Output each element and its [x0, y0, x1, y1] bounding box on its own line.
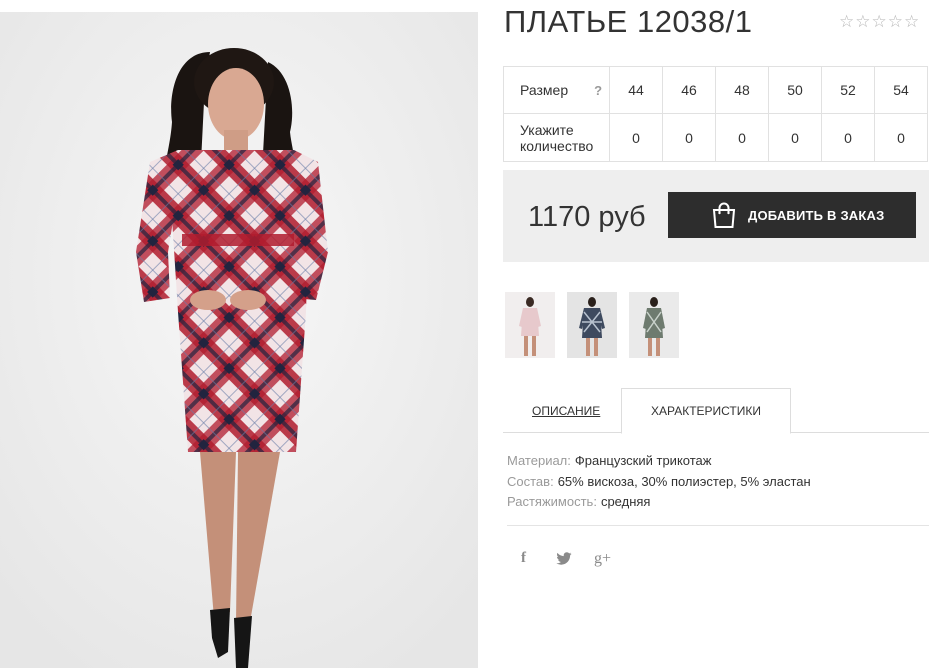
product-title: ПЛАТЬЕ 12038/1 — [504, 4, 753, 39]
size-46: 46 — [662, 66, 716, 114]
size-52: 52 — [821, 66, 875, 114]
quantity-input-54[interactable]: 0 — [874, 113, 928, 162]
thumbnail-pink[interactable] — [505, 292, 555, 358]
thumbnail-grey[interactable] — [629, 292, 679, 358]
rating-stars[interactable]: ☆☆☆☆☆ — [839, 12, 920, 32]
size-48: 48 — [715, 66, 769, 114]
size-54: 54 — [874, 66, 928, 114]
quantity-label-line2: количество — [520, 137, 594, 154]
quantity-input-48[interactable]: 0 — [715, 113, 769, 162]
shopping-bag-icon — [710, 201, 738, 229]
divider — [507, 525, 929, 526]
facebook-icon[interactable]: f — [521, 550, 526, 567]
order-box: 1170 руб ДОБАВИТЬ В ЗАКАЗ — [503, 170, 929, 262]
quantity-input-46[interactable]: 0 — [662, 113, 716, 162]
quantity-input-50[interactable]: 0 — [768, 113, 822, 162]
characteristic-value: 65% вискоза, 30% полиэстер, 5% эластан — [557, 473, 811, 489]
thumbnail-navy[interactable] — [567, 292, 617, 358]
size-44: 44 — [609, 66, 663, 114]
tab-description[interactable]: ОПИСАНИЕ — [532, 404, 600, 418]
twitter-icon[interactable] — [556, 552, 572, 571]
characteristic-value: Французский трикотаж — [574, 453, 712, 468]
size-label: Размер — [520, 81, 569, 98]
quantity-label-line1: Укажите — [520, 121, 574, 138]
characteristic-row: Растяжимость: средняя — [507, 492, 811, 513]
product-photo — [0, 12, 478, 668]
size-label-cell: Размер? — [503, 66, 610, 114]
add-to-order-button[interactable]: ДОБАВИТЬ В ЗАКАЗ — [668, 192, 916, 238]
characteristic-key: Растяжимость: — [507, 494, 597, 509]
characteristic-row: Материал: Французский трикотаж — [507, 451, 811, 472]
quantity-label: Укажите количество — [503, 113, 610, 162]
characteristic-row: Состав: 65% вискоза, 30% полиэстер, 5% эл… — [507, 472, 811, 493]
size-table: Размер? 44 46 48 50 52 54 Укажите количе… — [503, 66, 928, 162]
quantity-input-44[interactable]: 0 — [609, 113, 663, 162]
tab-characteristics[interactable]: ХАРАКТЕРИСТИКИ — [621, 388, 791, 434]
characteristic-key: Состав: — [507, 473, 554, 489]
size-help-icon[interactable]: ? — [594, 83, 602, 98]
characteristic-key: Материал: — [507, 453, 571, 468]
characteristic-value: средняя — [600, 494, 651, 509]
add-to-order-label: ДОБАВИТЬ В ЗАКАЗ — [748, 207, 885, 223]
quantity-input-52[interactable]: 0 — [821, 113, 875, 162]
price: 1170 руб — [528, 201, 646, 233]
characteristics-list: Материал: Французский трикотаж Состав: 65%… — [507, 451, 811, 513]
size-50: 50 — [768, 66, 822, 114]
google-plus-icon[interactable]: g+ — [594, 550, 611, 568]
